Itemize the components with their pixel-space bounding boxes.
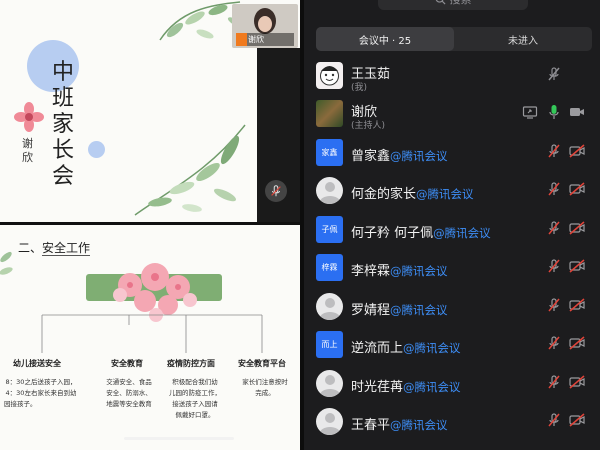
participant-row[interactable]: 王春平@腾讯会议 bbox=[304, 404, 600, 442]
mic-muted-icon[interactable] bbox=[546, 258, 562, 274]
tab-not-joined[interactable]: 未进入 bbox=[454, 27, 592, 51]
participant-row[interactable]: 梓霖 李梓霖@腾讯会议 bbox=[304, 250, 600, 288]
participant-name-text: 王春平 bbox=[351, 418, 391, 433]
participant-name-text: 何子矜 何子佩 bbox=[351, 226, 434, 241]
participant-source-tag: @腾讯会议 bbox=[390, 264, 448, 278]
column-heading: 安全教育平台 bbox=[238, 359, 286, 368]
participant-role: (我) bbox=[351, 83, 368, 93]
column-heading: 安全教育 bbox=[111, 359, 143, 368]
mic-muted-icon[interactable] bbox=[546, 412, 562, 428]
column-body: 8：30之后送孩子入园， 4：30左右家长来自到幼 园接孩子。 bbox=[4, 378, 77, 408]
participant-row[interactable]: 家鑫 曾家鑫@腾讯会议 bbox=[304, 135, 600, 173]
participant-name: 何子矜 何子佩@腾讯会议 bbox=[351, 222, 491, 241]
participant-source-tag: @腾讯会议 bbox=[403, 341, 461, 355]
avatar bbox=[316, 177, 343, 204]
mic-muted-icon[interactable] bbox=[546, 374, 562, 390]
search-placeholder: 搜索 bbox=[450, 0, 472, 7]
participant-source-tag: @腾讯会议 bbox=[403, 380, 461, 394]
avatar bbox=[316, 62, 343, 89]
mic-icon[interactable] bbox=[546, 104, 562, 120]
video-off-icon[interactable] bbox=[569, 374, 585, 390]
participant-name-text: 罗婧程 bbox=[351, 303, 391, 318]
mic-icon bbox=[236, 33, 247, 46]
host-tile-label: 谢欣 bbox=[236, 33, 294, 46]
video-off-icon[interactable] bbox=[569, 335, 585, 351]
search-icon bbox=[435, 0, 446, 5]
participant-name: 曾家鑫@腾讯会议 bbox=[351, 145, 448, 164]
decor-circle-small bbox=[88, 141, 105, 158]
slide-safety: 二、安全工作 幼儿接送安全 8：30之后送孩子入园， 4：30左右家长来自到幼 … bbox=[0, 225, 300, 450]
mic-muted-icon[interactable] bbox=[546, 297, 562, 313]
column-body: 家长们注意按时 完成。 bbox=[242, 378, 288, 397]
participant-name-text: 时光荏苒 bbox=[351, 380, 404, 395]
slide-title: 中班家长会 bbox=[52, 60, 75, 189]
org-chart-lines bbox=[41, 314, 263, 353]
video-icon[interactable] bbox=[569, 104, 585, 120]
mic-muted-icon[interactable] bbox=[546, 220, 562, 236]
column-body: 积极配合我们幼 儿园的防疫工作， 接送孩子入园请 佩戴好口罩。 bbox=[169, 378, 221, 419]
participant-row[interactable]: 何金的家长@腾讯会议 bbox=[304, 173, 600, 211]
mic-muted-icon bbox=[271, 185, 281, 197]
shared-screen-area: 中班家长会 谢欣 谢欣 二、安全工作 幼儿接送安全 8：30之后送孩子入园， 4… bbox=[0, 0, 300, 450]
participant-row[interactable]: 子佩 何子矜 何子佩@腾讯会议 bbox=[304, 212, 600, 250]
participant-row[interactable]: 谢欣 (主持人) bbox=[304, 96, 600, 134]
column-body: 交通安全、食品 安全、防溺水、 地震等安全教育 bbox=[106, 378, 152, 408]
avatar bbox=[316, 293, 343, 320]
avatar bbox=[316, 370, 343, 397]
slide-cover: 中班家长会 谢欣 谢欣 bbox=[0, 0, 300, 222]
avatar bbox=[316, 408, 343, 435]
flower-icon bbox=[14, 102, 44, 132]
video-off-icon[interactable] bbox=[569, 220, 585, 236]
video-off-icon[interactable] bbox=[569, 181, 585, 197]
participant-row[interactable]: 罗婧程@腾讯会议 bbox=[304, 289, 600, 327]
host-face bbox=[254, 8, 276, 34]
participant-tabs: 会议中 · 25 未进入 bbox=[316, 27, 592, 51]
avatar: 而上 bbox=[316, 331, 343, 358]
participant-row[interactable]: 时光荏苒@腾讯会议 bbox=[304, 366, 600, 404]
participants-panel: 搜索 会议中 · 25 未进入 王玉茹(我)谢欣(主持人)家鑫曾家鑫@腾讯会议何… bbox=[300, 0, 600, 450]
leaf-decoration-icon bbox=[134, 124, 246, 216]
participant-name: 王春平@腾讯会议 bbox=[351, 414, 448, 433]
host-tile-name: 谢欣 bbox=[248, 35, 264, 44]
participant-name-text: 李梓霖 bbox=[351, 264, 391, 279]
mic-muted-icon[interactable] bbox=[546, 143, 562, 159]
video-off-icon[interactable] bbox=[569, 412, 585, 428]
column-heading: 疫情防控方面 bbox=[167, 359, 215, 368]
participant-name: 时光荏苒@腾讯会议 bbox=[351, 376, 461, 395]
mic-muted-icon[interactable] bbox=[546, 181, 562, 197]
column-heading: 幼儿接送安全 bbox=[13, 359, 61, 368]
mic-muted-icon[interactable] bbox=[546, 66, 562, 82]
participant-name: 何金的家长@腾讯会议 bbox=[351, 183, 474, 202]
mic-muted-icon[interactable] bbox=[546, 335, 562, 351]
search-box[interactable]: 搜索 bbox=[378, 0, 528, 10]
participant-name-text: 逆流而上 bbox=[351, 341, 404, 356]
video-off-icon[interactable] bbox=[569, 258, 585, 274]
screen-share-icon[interactable] bbox=[522, 104, 538, 120]
participant-source-tag: @腾讯会议 bbox=[416, 187, 474, 201]
video-off-icon[interactable] bbox=[569, 143, 585, 159]
participant-row[interactable]: 而上 逆流而上@腾讯会议 bbox=[304, 327, 600, 365]
participant-source-tag: @腾讯会议 bbox=[390, 418, 448, 432]
participant-row[interactable]: 王玉茹 (我) bbox=[304, 58, 600, 96]
slide-author: 谢欣 bbox=[22, 137, 33, 164]
tab-in-meeting[interactable]: 会议中 · 25 bbox=[316, 27, 454, 51]
participant-source-tag: @腾讯会议 bbox=[390, 149, 448, 163]
participant-name: 逆流而上@腾讯会议 bbox=[351, 337, 461, 356]
home-indicator[interactable] bbox=[124, 437, 234, 440]
participant-name: 罗婧程@腾讯会议 bbox=[351, 299, 448, 318]
avatar: 梓霖 bbox=[316, 254, 343, 281]
participant-role: (主持人) bbox=[351, 121, 386, 131]
host-video-tile[interactable]: 谢欣 bbox=[232, 4, 298, 48]
video-off-icon[interactable] bbox=[569, 297, 585, 313]
participant-source-tag: @腾讯会议 bbox=[390, 303, 448, 317]
avatar bbox=[316, 100, 343, 127]
participant-name-text: 曾家鑫 bbox=[351, 149, 391, 164]
participant-source-tag: @腾讯会议 bbox=[433, 226, 491, 240]
floating-mic-button[interactable] bbox=[265, 180, 287, 202]
participant-name: 李梓霖@腾讯会议 bbox=[351, 260, 448, 279]
avatar: 子佩 bbox=[316, 216, 343, 243]
participant-name-text: 何金的家长 bbox=[351, 187, 417, 202]
avatar: 家鑫 bbox=[316, 139, 343, 166]
